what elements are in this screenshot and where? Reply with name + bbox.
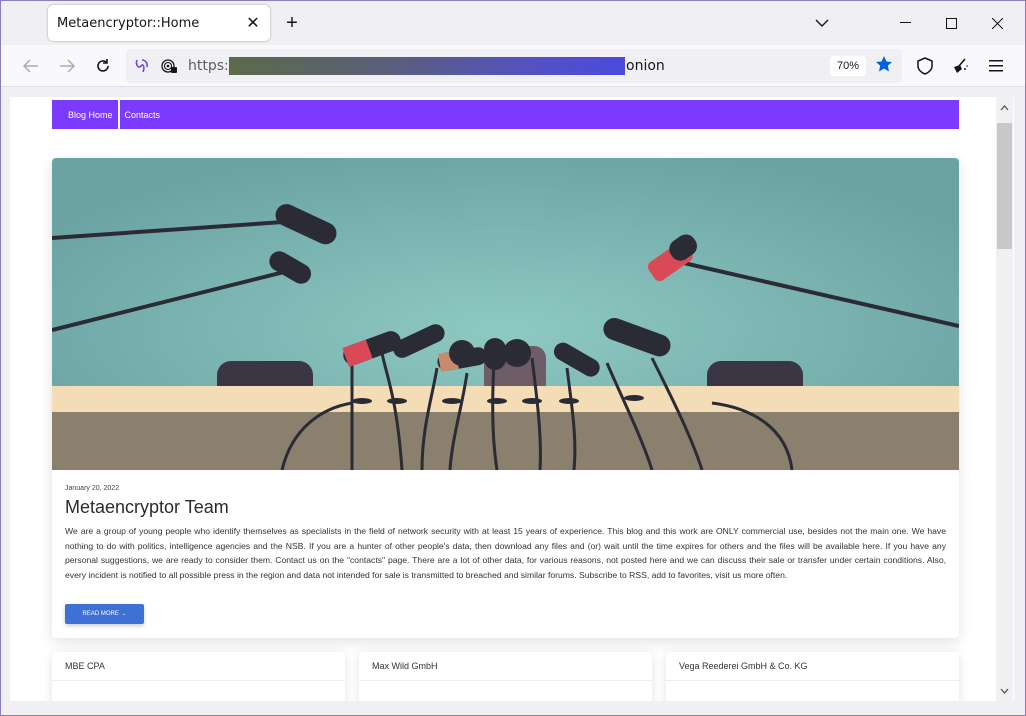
- card-divider: [52, 680, 345, 681]
- tor-circuit-icon[interactable]: [132, 56, 152, 76]
- nav-link-contacts[interactable]: Contacts: [120, 100, 166, 129]
- card-divider: [359, 680, 652, 681]
- scroll-down-arrow-icon[interactable]: [996, 682, 1013, 699]
- url-bar[interactable]: https:// onion 70%: [126, 49, 902, 83]
- close-window-icon[interactable]: [983, 9, 1011, 37]
- tab-title: Metaencryptor::Home: [57, 15, 200, 31]
- nav-link-blog-home[interactable]: Blog Home: [52, 100, 120, 129]
- card-title: Max Wild GmbH: [372, 661, 438, 671]
- navigation-toolbar: https:// onion 70%: [1, 45, 1025, 87]
- read-more-button[interactable]: READ MORE →: [65, 604, 144, 624]
- hero-illustration-microphones: [52, 158, 959, 470]
- active-tab[interactable]: Metaencryptor::Home ✕: [48, 5, 270, 41]
- tab-close-icon[interactable]: ✕: [241, 11, 265, 35]
- post-body: We are a group of young people who ident…: [65, 526, 946, 580]
- card-title: Vega Reederei GmbH & Co. KG: [679, 661, 808, 671]
- post-card: January 20, 2022 Metaencryptor Team We a…: [52, 158, 959, 638]
- post-title[interactable]: Metaencryptor Team: [65, 497, 229, 518]
- scroll-thumb[interactable]: [997, 123, 1012, 249]
- bookmark-star-icon[interactable]: [874, 54, 894, 80]
- onion-site-icon[interactable]: [159, 56, 179, 76]
- title-bar: Metaencryptor::Home ✕ +: [1, 1, 1025, 45]
- url-suffix: onion: [626, 58, 665, 74]
- page-scrollbar[interactable]: [996, 97, 1013, 701]
- scroll-up-arrow-icon[interactable]: [996, 99, 1013, 116]
- reload-icon[interactable]: [89, 52, 117, 80]
- victim-card[interactable]: MBE CPA: [52, 652, 345, 701]
- back-arrow-icon[interactable]: [17, 52, 45, 80]
- card-divider: [666, 680, 959, 681]
- redacted-url-host: [229, 57, 625, 75]
- hamburger-menu-icon[interactable]: [982, 52, 1010, 80]
- card-title: MBE CPA: [65, 661, 105, 671]
- victim-card[interactable]: Vega Reederei GmbH & Co. KG: [666, 652, 959, 701]
- maximize-icon[interactable]: [937, 9, 965, 37]
- shield-icon[interactable]: [911, 52, 939, 80]
- victim-card[interactable]: Max Wild GmbH: [359, 652, 652, 701]
- post-date: January 20, 2022: [65, 485, 120, 492]
- zoom-level-badge[interactable]: 70%: [830, 56, 866, 76]
- list-all-tabs-icon[interactable]: [809, 11, 835, 35]
- site-nav: Blog Home Contacts: [52, 100, 959, 129]
- new-identity-broom-icon[interactable]: [946, 52, 974, 80]
- page-viewport: Blog Home Contacts January 20, 2022 Meta…: [10, 97, 1014, 701]
- new-tab-icon[interactable]: +: [280, 11, 304, 35]
- minimize-icon[interactable]: [891, 9, 919, 37]
- browser-window: Metaencryptor::Home ✕ + https:// onion 7…: [0, 0, 1026, 716]
- forward-arrow-icon[interactable]: [53, 52, 81, 80]
